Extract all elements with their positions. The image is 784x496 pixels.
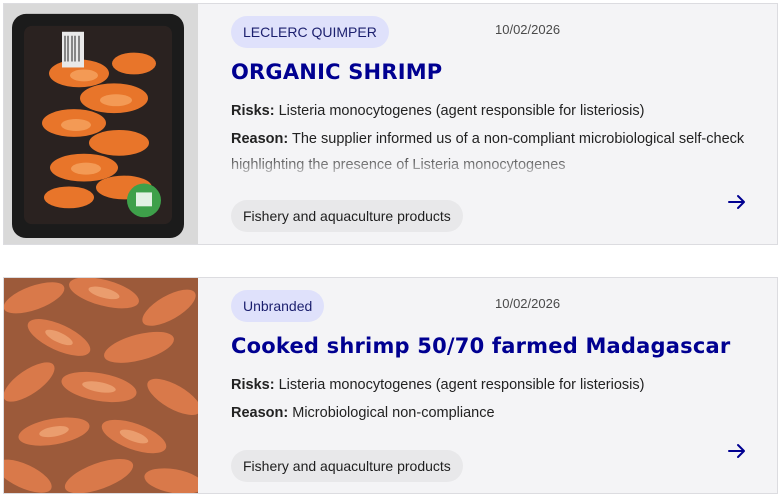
reason-value: Microbiological non-compliance [292,405,495,421]
risks-value: Listeria monocytogenes (agent responsibl… [278,103,645,119]
text-fade [231,152,757,178]
product-title[interactable]: ORGANIC SHRIMP [231,60,442,84]
reason-line: Reason: The supplier informed us of a no… [231,126,757,178]
recall-card[interactable]: LECLERC QUIMPER 10/02/2026 ORGANIC SHRIM… [3,3,778,245]
brand-badge: Unbranded [231,290,325,322]
risks-value: Listeria monocytogenes (agent responsibl… [278,377,645,393]
brand-badge: LECLERC QUIMPER [231,16,389,48]
recall-card[interactable]: Unbranded 10/02/2026 Cooked shrimp 50/70… [3,277,778,494]
arrow-right-icon[interactable] [727,441,747,461]
risks-label: Risks: [231,103,275,119]
product-image [4,4,198,244]
reason-label: Reason: [231,131,289,147]
arrow-right-icon[interactable] [727,192,747,212]
risks-label: Risks: [231,377,275,393]
risks-line: Risks: Listeria monocytogenes (agent res… [231,372,757,398]
publication-date: 10/02/2026 [495,296,561,311]
publication-date: 10/02/2026 [495,22,561,37]
organic-shrimp-package-photo [4,4,198,244]
product-image [4,278,198,493]
category-tag: Fishery and aquaculture products [231,450,463,482]
product-title[interactable]: Cooked shrimp 50/70 farmed Madagascar [231,334,730,358]
category-tag: Fishery and aquaculture products [231,200,463,232]
risks-line: Risks: Listeria monocytogenes (agent res… [231,98,757,124]
cooked-shrimp-pile-photo [4,278,198,493]
reason-line: Reason: Microbiological non-compliance [231,400,757,426]
reason-label: Reason: [231,405,289,421]
